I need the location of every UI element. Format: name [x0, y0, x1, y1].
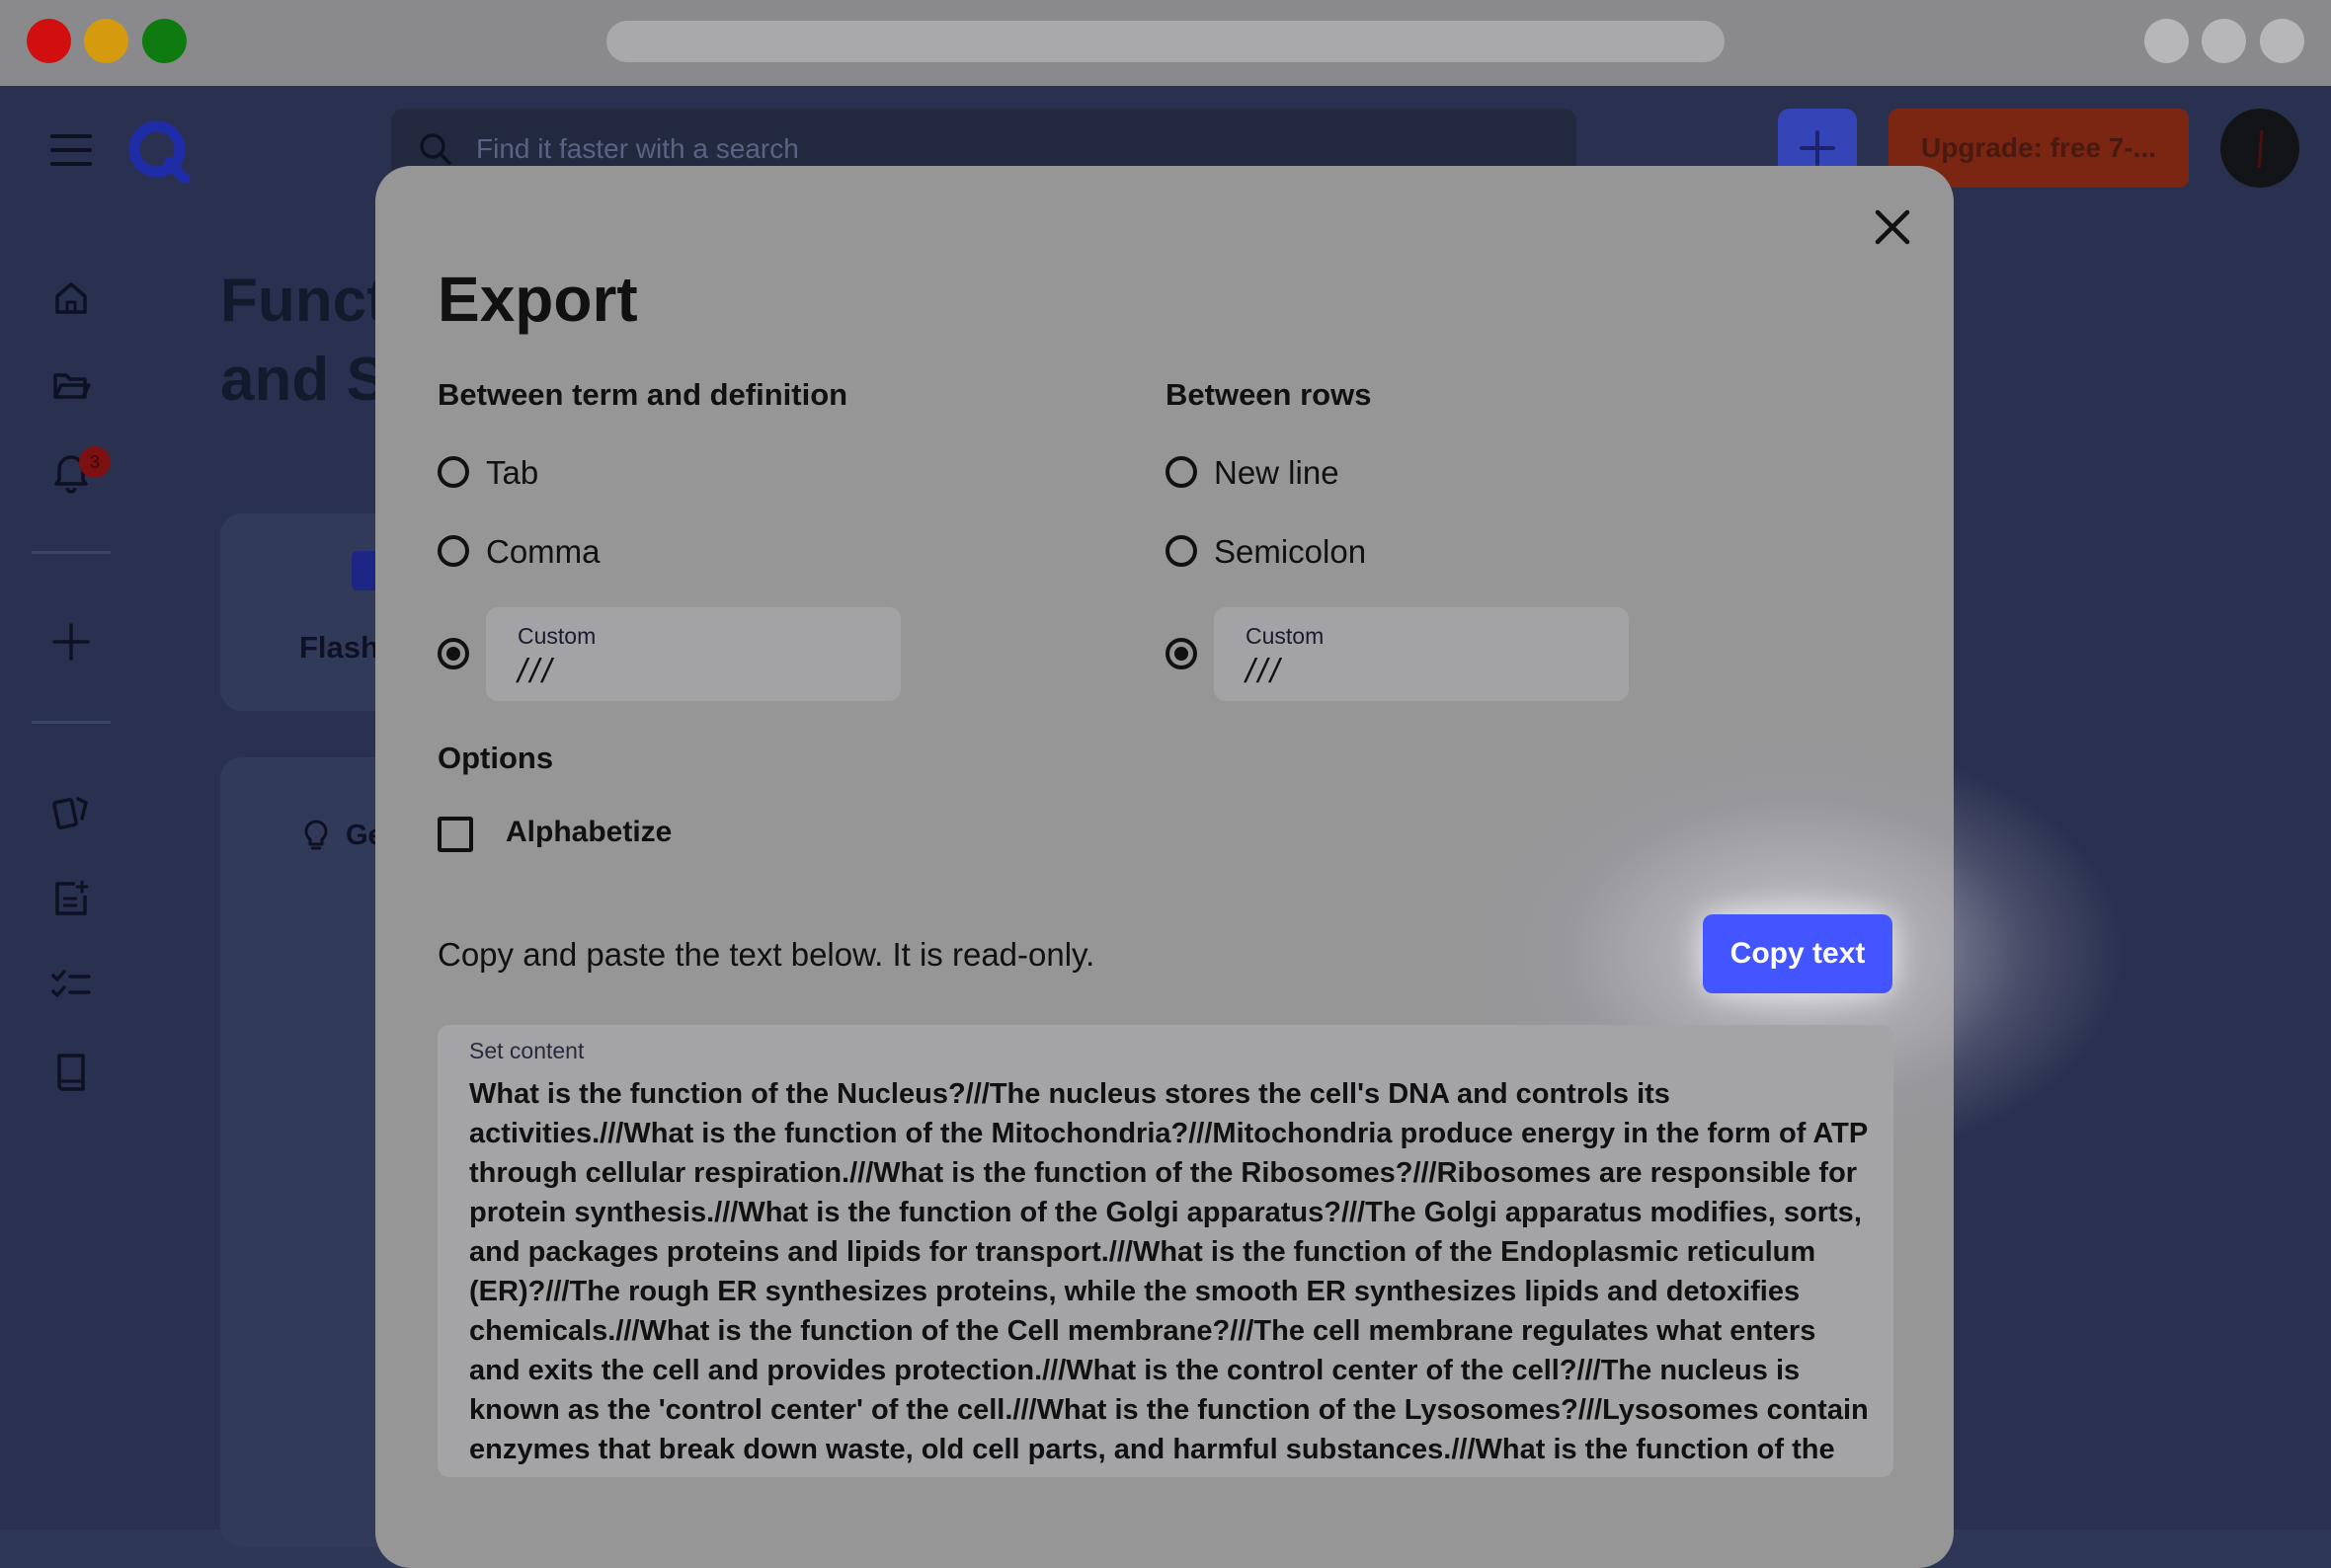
address-bar[interactable]	[606, 21, 1725, 62]
close-window-button[interactable]	[27, 19, 71, 63]
notification-badge: 3	[79, 446, 111, 478]
rows-custom-radio[interactable]	[1166, 638, 1197, 669]
rows-semicolon-radio[interactable]	[1166, 535, 1197, 567]
alphabetize-label[interactable]: Alphabetize	[506, 816, 672, 849]
rows-custom-value[interactable]: ///	[1246, 653, 1282, 691]
notes-icon[interactable]	[43, 871, 99, 926]
maximize-window-button[interactable]	[142, 19, 187, 63]
browser-button-1[interactable]	[2144, 19, 2189, 63]
sidebar-divider	[32, 721, 111, 724]
modal-title: Export	[438, 264, 638, 335]
rows-semicolon-label[interactable]: Semicolon	[1214, 533, 1366, 571]
checklist-icon[interactable]	[43, 958, 99, 1013]
term-def-tab-label[interactable]: Tab	[486, 454, 538, 492]
browser-button-3[interactable]	[2260, 19, 2304, 63]
term-def-tab-radio[interactable]	[438, 456, 469, 488]
plus-icon	[1800, 130, 1835, 166]
hamburger-menu-icon[interactable]	[45, 124, 97, 176]
copy-text-button[interactable]: Copy text	[1703, 914, 1892, 993]
set-content-textarea[interactable]: Set content What is the function of the …	[438, 1025, 1893, 1477]
read-only-note: Copy and paste the text below. It is rea…	[438, 936, 1095, 973]
term-def-comma-radio[interactable]	[438, 535, 469, 567]
rows-newline-radio[interactable]	[1166, 456, 1197, 488]
minimize-window-button[interactable]	[84, 19, 128, 63]
alphabetize-checkbox[interactable]	[438, 817, 473, 852]
folder-icon[interactable]	[43, 357, 99, 413]
options-heading: Options	[438, 741, 554, 775]
home-icon[interactable]	[43, 271, 99, 326]
between-rows-heading: Between rows	[1166, 377, 1372, 412]
term-def-comma-label[interactable]: Comma	[486, 533, 601, 571]
sidebar-divider	[32, 551, 111, 554]
term-def-custom-value[interactable]: ///	[518, 653, 554, 691]
set-content-label: Set content	[469, 1038, 585, 1063]
set-content-text[interactable]: What is the function of the Nucleus?///T…	[469, 1074, 1872, 1469]
page-title-line1: Funct	[220, 267, 387, 335]
add-icon[interactable]	[43, 614, 99, 669]
rows-newline-label[interactable]: New line	[1214, 454, 1339, 492]
rows-custom-label: Custom	[1246, 623, 1325, 649]
flashcards-icon[interactable]	[43, 784, 99, 839]
avatar[interactable]	[2220, 109, 2299, 188]
browser-button-2[interactable]	[2202, 19, 2246, 63]
rows-custom-field[interactable]: Custom ///	[1214, 607, 1629, 701]
search-icon	[420, 133, 451, 165]
flashcards-mode-label: Flash	[299, 630, 379, 665]
term-def-custom-label: Custom	[518, 623, 597, 649]
search-placeholder: Find it faster with a search	[476, 133, 799, 164]
close-modal-button[interactable]	[1865, 199, 1920, 255]
term-definition-heading: Between term and definition	[438, 377, 848, 412]
term-def-custom-radio[interactable]	[438, 638, 469, 669]
page-title-line2: and S	[220, 346, 387, 414]
book-icon[interactable]	[43, 1045, 99, 1100]
term-def-custom-field[interactable]: Custom ///	[486, 607, 901, 701]
lightbulb-icon	[296, 816, 336, 855]
close-icon	[1875, 209, 1910, 245]
quizlet-logo-icon[interactable]	[124, 117, 194, 186]
